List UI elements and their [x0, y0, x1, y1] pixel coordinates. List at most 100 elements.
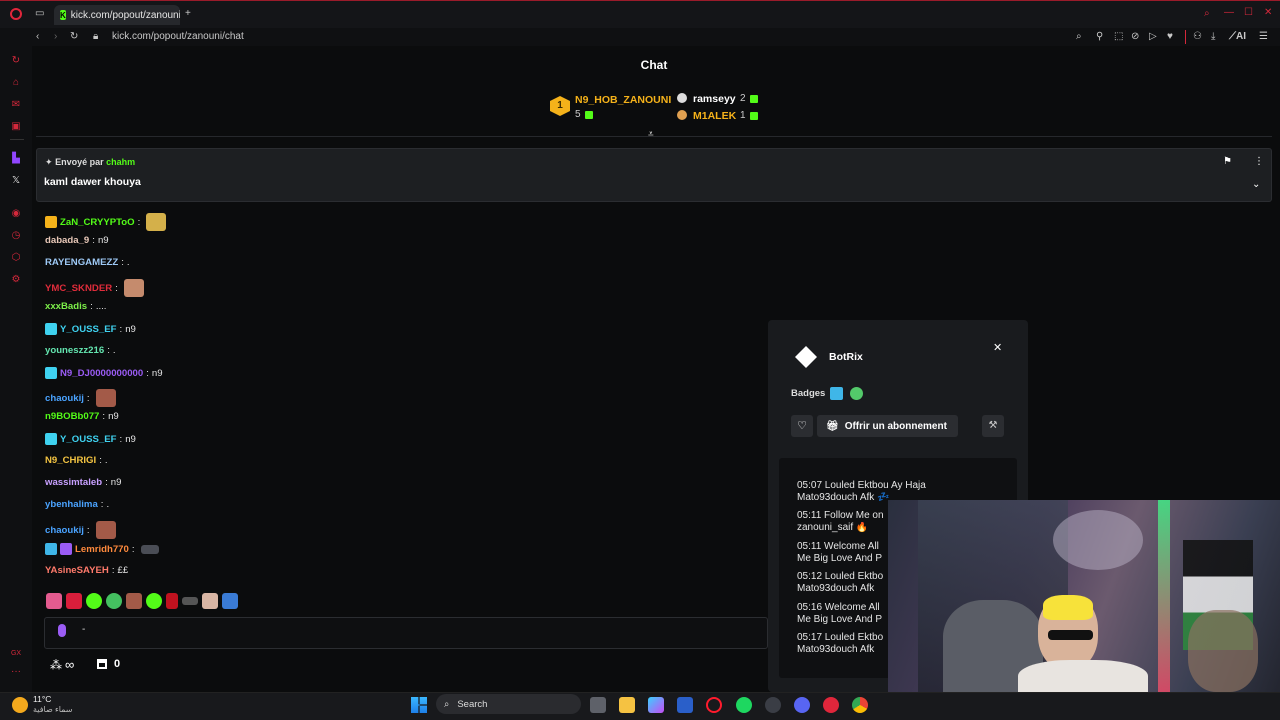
- back-icon[interactable]: ‹: [36, 31, 39, 42]
- emote-icon[interactable]: [140, 544, 159, 554]
- moderation-icon[interactable]: ⚒: [982, 415, 1004, 437]
- unpin-icon[interactable]: ⚑: [1223, 156, 1232, 167]
- sidebar-twitch-icon[interactable]: ▙: [10, 153, 22, 165]
- chat-username[interactable]: youneszz216: [45, 345, 104, 356]
- emote-icon[interactable]: [166, 593, 178, 609]
- emote-icon[interactable]: [146, 213, 167, 231]
- url-field[interactable]: kick.com/popout/zanouni/chat: [112, 31, 244, 42]
- aria-ai-button[interactable]: ⟋AI: [1229, 31, 1246, 42]
- reload-icon[interactable]: ↻: [70, 31, 78, 42]
- emote-icon[interactable]: [46, 593, 62, 609]
- chat-username[interactable]: YMC_SKNDER: [45, 283, 112, 294]
- download-icon[interactable]: ⤓: [1211, 31, 1215, 42]
- emote-icon[interactable]: [182, 597, 198, 605]
- chat-username[interactable]: RAYENGAMEZZ: [45, 257, 118, 268]
- close-window-button[interactable]: ✕: [1264, 7, 1272, 18]
- second-gifter-name[interactable]: ramseyy: [693, 93, 736, 105]
- chat-username[interactable]: xxxBadis: [45, 301, 87, 312]
- chat-username[interactable]: dabada_9: [45, 235, 89, 246]
- opera-gx-taskbar-icon[interactable]: [706, 697, 722, 713]
- sidebar-home-icon[interactable]: ↻: [10, 55, 22, 67]
- points-icon[interactable]: ⁂: [50, 658, 62, 672]
- chat-username[interactable]: chaoukij: [45, 393, 84, 404]
- maximize-button[interactable]: ☐: [1244, 7, 1253, 18]
- gift-sub-button[interactable]: 🎁︎ Offrir un abonnement: [817, 415, 958, 437]
- gift-icon: [585, 111, 593, 119]
- taskbar-search[interactable]: ⌕ Search: [436, 694, 581, 714]
- profile-icon[interactable]: ⚇: [1193, 31, 1202, 42]
- chat-username[interactable]: ZaN_CRYYPToO: [60, 217, 135, 228]
- spotify-icon[interactable]: [736, 697, 752, 713]
- search-icon: ⌕: [444, 698, 450, 710]
- sidebar-extensions-icon[interactable]: ⬡: [10, 252, 22, 264]
- chat-username[interactable]: Y_OUSS_EF: [60, 324, 117, 335]
- search-tabs-icon[interactable]: ⌕: [1204, 8, 1210, 19]
- sent-by-user[interactable]: chahm: [106, 157, 135, 167]
- sidebar-more-icon[interactable]: ···: [10, 666, 22, 678]
- pinned-expand-icon[interactable]: ⌄: [1252, 179, 1260, 190]
- discord-icon[interactable]: [794, 697, 810, 713]
- popup-close-button[interactable]: ✕: [993, 341, 1002, 354]
- ai-label: AI: [1236, 31, 1246, 42]
- third-gifter-name[interactable]: M1ALEK: [693, 110, 736, 122]
- emote-icon[interactable]: [95, 389, 116, 407]
- weather-temp[interactable]: 11°C: [33, 694, 51, 704]
- top-gifter-name[interactable]: N9_HOB_ZANOUNI: [575, 94, 671, 106]
- sidebar-bag-icon[interactable]: ⌂: [10, 77, 22, 89]
- opera-logo-icon[interactable]: [10, 8, 22, 20]
- sidebar-history-icon[interactable]: ◷: [10, 230, 22, 242]
- menu-icon[interactable]: ☰: [1259, 31, 1268, 42]
- emote-icon[interactable]: [123, 279, 144, 297]
- chat-username[interactable]: N9_DJ0000000000: [60, 368, 143, 379]
- sidebar-gx-icon[interactable]: GX: [10, 648, 22, 660]
- chat-username[interactable]: Lemridh770: [75, 544, 129, 555]
- sidebar-x-icon[interactable]: 𝕏: [10, 175, 22, 187]
- store-app-icon[interactable]: [677, 697, 693, 713]
- popup-username[interactable]: BotRix: [829, 351, 863, 363]
- emote-icon[interactable]: [86, 593, 102, 609]
- play-icon[interactable]: ▷: [1149, 31, 1157, 42]
- chat-text: n9: [108, 411, 119, 422]
- emote-icon[interactable]: [95, 521, 116, 539]
- minimize-button[interactable]: —: [1224, 7, 1234, 18]
- tab-menu-icon[interactable]: ▭: [35, 8, 44, 19]
- heart-icon[interactable]: ♥: [1167, 31, 1173, 42]
- store-icon[interactable]: [97, 659, 107, 669]
- adblock-icon[interactable]: ⊘: [1131, 31, 1139, 42]
- app-icon[interactable]: [823, 697, 839, 713]
- settings-app-icon[interactable]: [765, 697, 781, 713]
- emote-icon[interactable]: [222, 593, 238, 609]
- chat-username[interactable]: wassimtaleb: [45, 477, 102, 488]
- sidebar-settings-icon[interactable]: ⚙: [10, 274, 22, 286]
- snapshot-icon[interactable]: ⬚: [1114, 31, 1123, 42]
- emote-icon[interactable]: [106, 593, 122, 609]
- chat-username[interactable]: chaoukij: [45, 525, 84, 536]
- sidebar-telegram-icon[interactable]: ▣: [10, 121, 22, 133]
- chat-username[interactable]: YAsineSAYEH: [45, 565, 109, 576]
- copilot-icon[interactable]: [648, 697, 664, 713]
- chrome-icon[interactable]: [852, 697, 868, 713]
- chat-username[interactable]: n9BOBb077: [45, 411, 99, 422]
- file-explorer-icon[interactable]: [619, 697, 635, 713]
- emote-icon[interactable]: [146, 593, 162, 609]
- browser-tab[interactable]: K kick.com/popout/zanouni/: [54, 5, 180, 25]
- new-tab-button[interactable]: +: [185, 8, 191, 19]
- expand-leaderboard-icon[interactable]: ⩡: [648, 129, 654, 140]
- sidebar-messenger-icon[interactable]: ✉: [10, 99, 22, 111]
- forward-icon[interactable]: ›: [54, 31, 57, 42]
- sidebar-player-icon[interactable]: ◉: [10, 208, 22, 220]
- emote-icon[interactable]: [202, 593, 218, 609]
- emote-picker-icon[interactable]: [58, 624, 66, 637]
- kick-favicon-icon: K: [60, 10, 66, 20]
- emote-icon[interactable]: [66, 593, 82, 609]
- chat-username[interactable]: Y_OUSS_EF: [60, 434, 117, 445]
- task-view-icon[interactable]: [590, 697, 606, 713]
- pinned-more-icon[interactable]: ⋮: [1254, 156, 1264, 167]
- follow-heart-button[interactable]: ♡: [791, 415, 813, 437]
- chat-username[interactable]: N9_CHRIGI: [45, 455, 96, 466]
- chat-username[interactable]: ybenhalima: [45, 499, 98, 510]
- zoom-icon[interactable]: ⌕: [1076, 31, 1082, 42]
- chat-input[interactable]: [44, 617, 768, 649]
- emote-icon[interactable]: [126, 593, 142, 609]
- pin-icon[interactable]: ⚲: [1096, 31, 1103, 42]
